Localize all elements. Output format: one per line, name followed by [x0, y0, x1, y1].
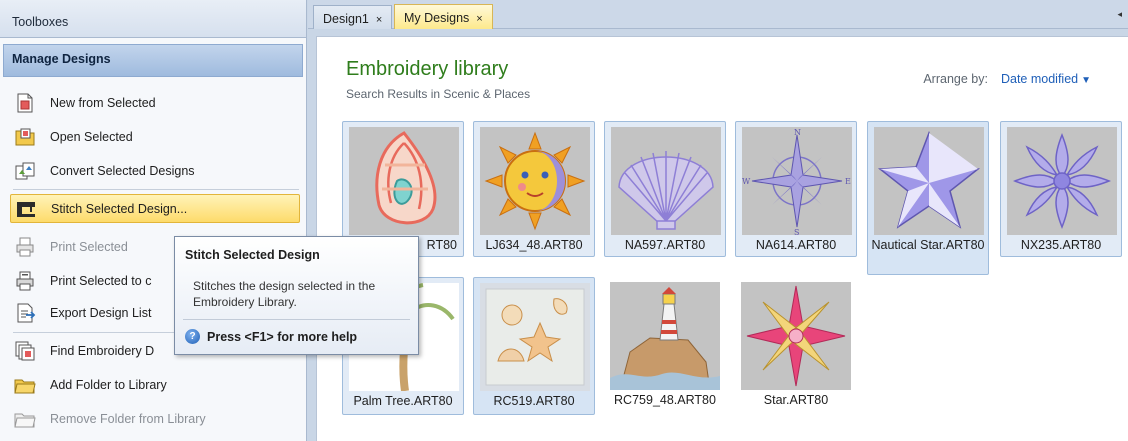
- separator: [13, 189, 299, 190]
- scallop-shell-thumbnail: [611, 127, 721, 235]
- design-name: NX235.ART80: [1020, 238, 1102, 252]
- tooltip-help-text: Press <F1> for more help: [207, 329, 358, 344]
- tooltip-separator: [183, 319, 410, 320]
- tooltip-help: ? Press <F1> for more help: [185, 329, 357, 344]
- seashell-spiral-thumbnail: [349, 127, 459, 235]
- add-folder-to-library-button[interactable]: Add Folder to Library: [13, 371, 299, 398]
- design-name: NA597.ART80: [624, 238, 706, 252]
- remove-folder-from-library-button[interactable]: Remove Folder from Library: [13, 405, 299, 432]
- export-list-icon: [13, 301, 37, 325]
- design-card[interactable]: NA597.ART80: [604, 121, 726, 257]
- design-card[interactable]: RC759_48.ART80: [604, 277, 726, 415]
- design-name: Star.ART80: [763, 393, 829, 407]
- print-icon: [13, 235, 37, 259]
- tooltip-body: Stitches the design selected in the Embr…: [193, 279, 376, 309]
- convert-selected-designs-label: Convert Selected Designs: [50, 163, 195, 178]
- design-card[interactable]: LJ634_48.ART80: [473, 121, 595, 257]
- export-design-list-label: Export Design List: [50, 305, 152, 320]
- remove-folder-from-library-label: Remove Folder from Library: [50, 411, 206, 426]
- tab-design1[interactable]: Design1 ×: [313, 5, 393, 29]
- tooltip-title: Stitch Selected Design: [185, 248, 320, 262]
- design-name: Nautical Star.ART80: [871, 238, 985, 252]
- svg-text:E: E: [845, 177, 851, 186]
- svg-text:W: W: [742, 177, 751, 186]
- print-to-file-icon: [13, 269, 37, 293]
- design-name: LJ634_48.ART80: [485, 238, 583, 252]
- open-selected-label: Open Selected: [50, 129, 133, 144]
- manage-designs-header[interactable]: Manage Designs: [3, 44, 303, 77]
- lighthouse-thumbnail: [610, 282, 720, 390]
- open-selected-icon: [13, 125, 37, 149]
- page-title: Embroidery library: [346, 58, 509, 80]
- stitch-machine-icon: [14, 197, 38, 221]
- tab-my-designs-label: My Designs: [404, 11, 470, 25]
- design-card[interactable]: Nautical Star.ART80: [867, 121, 989, 275]
- sun-moon-thumbnail: [480, 127, 590, 235]
- tab-my-designs-close-icon[interactable]: ×: [476, 13, 482, 25]
- print-selected-label: Print Selected: [50, 239, 128, 254]
- compass-rose-thumbnail: N S W E: [742, 127, 852, 235]
- convert-selected-designs-button[interactable]: Convert Selected Designs: [13, 157, 299, 184]
- find-designs-icon: [13, 339, 37, 363]
- design-name: RC759_48.ART80: [614, 393, 716, 407]
- nautical-star-thumbnail: [874, 127, 984, 235]
- find-embroidery-designs-label: Find Embroidery D: [50, 343, 155, 358]
- help-icon: ?: [185, 329, 200, 344]
- design-name: NA614.ART80: [755, 238, 837, 252]
- arrange-by-label: Arrange by:: [923, 72, 988, 86]
- design-card[interactable]: RC519.ART80: [473, 277, 595, 415]
- toolbox-header: Toolboxes: [0, 0, 306, 38]
- remove-folder-icon: [13, 407, 37, 431]
- add-folder-to-library-label: Add Folder to Library: [50, 377, 167, 392]
- toolbox-panel: Toolboxes Manage Designs New from Select…: [0, 0, 307, 441]
- tab-list-arrow-icon[interactable]: ◂: [1117, 9, 1122, 20]
- design-card[interactable]: Star.ART80: [735, 277, 857, 415]
- design-card[interactable]: N S W E NA614.ART80: [735, 121, 857, 257]
- arrange-by-value[interactable]: Date modified: [1001, 72, 1078, 86]
- design-name: Palm Tree.ART80: [353, 394, 453, 408]
- svg-text:N: N: [794, 128, 801, 137]
- stitch-selected-design-button[interactable]: Stitch Selected Design...: [10, 194, 300, 223]
- embroidery-library-view: Embroidery library Search Results in Sce…: [316, 36, 1128, 441]
- new-from-selected-label: New from Selected: [50, 95, 156, 110]
- document-tab-bar: Design1 × My Designs × ◂: [308, 0, 1128, 29]
- stitch-selected-design-label: Stitch Selected Design...: [51, 201, 188, 216]
- new-from-selected-icon: [13, 91, 37, 115]
- stitch-tooltip: Stitch Selected Design Stitches the desi…: [174, 236, 419, 355]
- svg-text:S: S: [794, 228, 799, 235]
- tab-design1-label: Design1: [323, 12, 369, 26]
- star-compass-thumbnail: [741, 282, 851, 390]
- design-name: RC519.ART80: [493, 394, 575, 408]
- add-folder-icon: [13, 373, 37, 397]
- arrange-by-control[interactable]: Arrange by: Date modified ▼: [923, 72, 1091, 86]
- search-results-subtitle: Search Results in Scenic & Places: [346, 87, 531, 101]
- tab-design1-close-icon[interactable]: ×: [376, 14, 382, 26]
- new-from-selected-button[interactable]: New from Selected: [13, 89, 299, 116]
- chevron-down-icon[interactable]: ▼: [1081, 75, 1091, 86]
- lace-flower-thumbnail: [1007, 127, 1117, 235]
- sea-collage-thumbnail: [480, 283, 590, 391]
- design-card[interactable]: NX235.ART80: [1000, 121, 1122, 257]
- print-selected-to-file-label: Print Selected to c: [50, 273, 152, 288]
- convert-designs-icon: [13, 159, 37, 183]
- tab-my-designs[interactable]: My Designs ×: [394, 4, 493, 29]
- open-selected-button[interactable]: Open Selected: [13, 123, 299, 150]
